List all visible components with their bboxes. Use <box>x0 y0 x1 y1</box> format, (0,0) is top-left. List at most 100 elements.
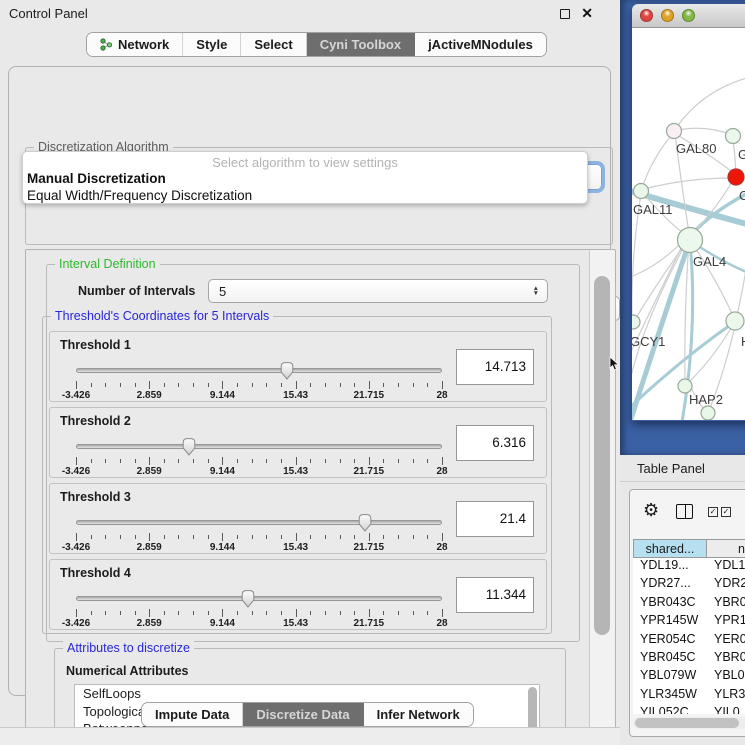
algorithm-option[interactable]: Equal Width/Frequency Discretization <box>23 187 587 204</box>
network-node-selected-red-node[interactable] <box>728 169 744 185</box>
table-panel: ⚙ ✓ ✓ shared...n YDL19...YDL1YDR27...YDR… <box>620 483 745 745</box>
node-label: G <box>738 147 745 162</box>
slider-thumb[interactable] <box>181 437 197 456</box>
tab-network[interactable]: Network <box>87 33 183 56</box>
slider-track <box>76 520 442 525</box>
network-node-GAL11[interactable] <box>634 184 649 199</box>
network-edge[interactable] <box>632 243 686 390</box>
slider-thumb[interactable] <box>279 361 295 380</box>
network-edge[interactable] <box>644 178 732 189</box>
checkbox-icon[interactable]: ✓ <box>721 507 731 517</box>
table-row[interactable]: YER054CYER0 <box>633 632 745 650</box>
table-row[interactable]: YLR345WYLR3 <box>633 687 745 705</box>
tab-style[interactable]: Style <box>183 33 241 56</box>
network-node-GAL80[interactable] <box>667 124 682 139</box>
tick-mark <box>149 381 150 389</box>
table-row[interactable]: YDL19...YDL1 <box>633 558 745 576</box>
cyni-toolbox-panel: Discretization Algorithm Table Data galF… <box>8 66 611 696</box>
tick-mark <box>340 383 341 387</box>
tick-mark <box>135 459 136 463</box>
scale-label: 2.859 <box>137 618 162 629</box>
tick-mark <box>296 533 297 541</box>
slider-thumb[interactable] <box>357 513 373 532</box>
tab-discretize-data[interactable]: Discretize Data <box>243 703 363 726</box>
table-row[interactable]: YBR045CYBR0 <box>633 650 745 668</box>
tab-select[interactable]: Select <box>241 33 306 56</box>
tab-jactivemnodules[interactable]: jActiveMNodules <box>415 33 546 56</box>
tick-mark <box>413 611 414 615</box>
scale-label: 9.144 <box>210 466 235 477</box>
tick-mark <box>193 459 194 463</box>
network-node-GAL4[interactable] <box>678 228 703 253</box>
network-edge[interactable] <box>642 132 674 188</box>
mac-close-button[interactable] <box>640 9 653 22</box>
tab-cyni-toolbox[interactable]: Cyni Toolbox <box>307 33 415 56</box>
tick-mark <box>281 535 282 539</box>
scrollbar-thumb[interactable] <box>635 718 739 728</box>
network-node-GCY1[interactable] <box>632 315 640 329</box>
table-row[interactable]: YBL079WYBL0 <box>633 668 745 686</box>
threshold-slider[interactable]: -3.4262.8599.14415.4321.71528 <box>76 434 442 478</box>
tick-mark <box>178 535 179 539</box>
tick-mark <box>208 459 209 463</box>
float-window-icon[interactable] <box>560 9 570 19</box>
cell-shared-name: YDR27... <box>633 576 707 594</box>
columns-icon[interactable] <box>676 504 693 519</box>
threshold-value-field[interactable]: 14.713 <box>456 349 534 385</box>
scale-label: 2.859 <box>137 542 162 553</box>
tab-label: Impute Data <box>155 707 229 722</box>
threshold-value-field[interactable]: 21.4 <box>456 501 534 537</box>
tick-mark <box>120 383 121 387</box>
network-node-HAP2[interactable] <box>678 379 692 393</box>
vertical-scrollbar[interactable] <box>589 250 616 729</box>
column-header[interactable]: n <box>707 539 745 558</box>
slider-thumb[interactable] <box>240 589 256 608</box>
scale-label: 15.43 <box>283 618 308 629</box>
scale-label: 28 <box>436 390 447 401</box>
gear-icon[interactable]: ⚙ <box>643 501 659 519</box>
network-node-node-bottom[interactable] <box>701 406 715 420</box>
number-of-intervals-combobox[interactable]: 5 ▲▼ <box>208 279 548 303</box>
table-row[interactable]: YIL052CYIL0 <box>633 705 745 714</box>
tick-mark <box>149 609 150 617</box>
threshold-value-field[interactable]: 11.344 <box>456 577 534 613</box>
network-node-node-top-right[interactable] <box>726 129 741 144</box>
close-icon[interactable]: ✕ <box>581 5 593 22</box>
network-edge[interactable] <box>676 76 745 128</box>
network-edge[interactable] <box>688 325 733 383</box>
mac-zoom-button[interactable] <box>682 9 695 22</box>
threshold-slider[interactable]: -3.4262.8599.14415.4321.71528 <box>76 510 442 554</box>
algorithm-option[interactable]: Manual Discretization <box>23 170 587 187</box>
scrollbar-thumb[interactable] <box>528 687 537 729</box>
checkbox-icon[interactable]: ✓ <box>708 507 718 517</box>
threshold-value-field[interactable]: 6.316 <box>456 425 534 461</box>
tab-impute-data[interactable]: Impute Data <box>142 703 243 726</box>
threshold-panel: Threshold 1-3.4262.8599.14415.4321.71528… <box>49 331 547 402</box>
mac-minimize-button[interactable] <box>661 9 674 22</box>
settings-scroll-panel: Interval Definition Number of Intervals … <box>25 249 616 729</box>
stepper-arrows-icon[interactable]: ▲▼ <box>533 286 539 297</box>
network-window[interactable]: GAL80GCGAL11GAL4GCY1HHAP2 <box>632 4 745 421</box>
network-canvas[interactable]: GAL80GCGAL11GAL4GCY1HHAP2 <box>632 28 745 420</box>
scrollbar-thumb[interactable] <box>594 276 610 635</box>
tick-mark <box>91 611 92 615</box>
threshold-slider[interactable]: -3.4262.8599.14415.4321.71528 <box>76 358 442 402</box>
network-edge[interactable] <box>632 240 690 420</box>
tick-mark <box>149 533 150 541</box>
threshold-slider[interactable]: -3.4262.8599.14415.4321.71528 <box>76 586 442 630</box>
tick-mark <box>354 535 355 539</box>
table-row[interactable]: YPR145WYPR1 <box>633 613 745 631</box>
table-row[interactable]: YDR27...YDR2 <box>633 576 745 594</box>
bottom-tab-bar: Impute Data Discretize DataInfer Network <box>141 702 474 727</box>
horizontal-scrollbar[interactable] <box>633 717 745 729</box>
network-edge[interactable] <box>674 128 732 135</box>
network-edge[interactable] <box>636 240 688 318</box>
network-node-H-node[interactable] <box>726 312 744 330</box>
tab-infer-network[interactable]: Infer Network <box>364 703 473 726</box>
thresholds-group: Threshold's Coordinates for 5 Intervals … <box>42 316 552 634</box>
table-row[interactable]: YBR043CYBR0 <box>633 595 745 613</box>
column-header[interactable]: shared... <box>633 539 707 558</box>
cell-shared-name: YPR145W <box>633 613 707 631</box>
list-item[interactable]: SelfLoops <box>75 685 539 703</box>
tick-mark <box>164 611 165 615</box>
